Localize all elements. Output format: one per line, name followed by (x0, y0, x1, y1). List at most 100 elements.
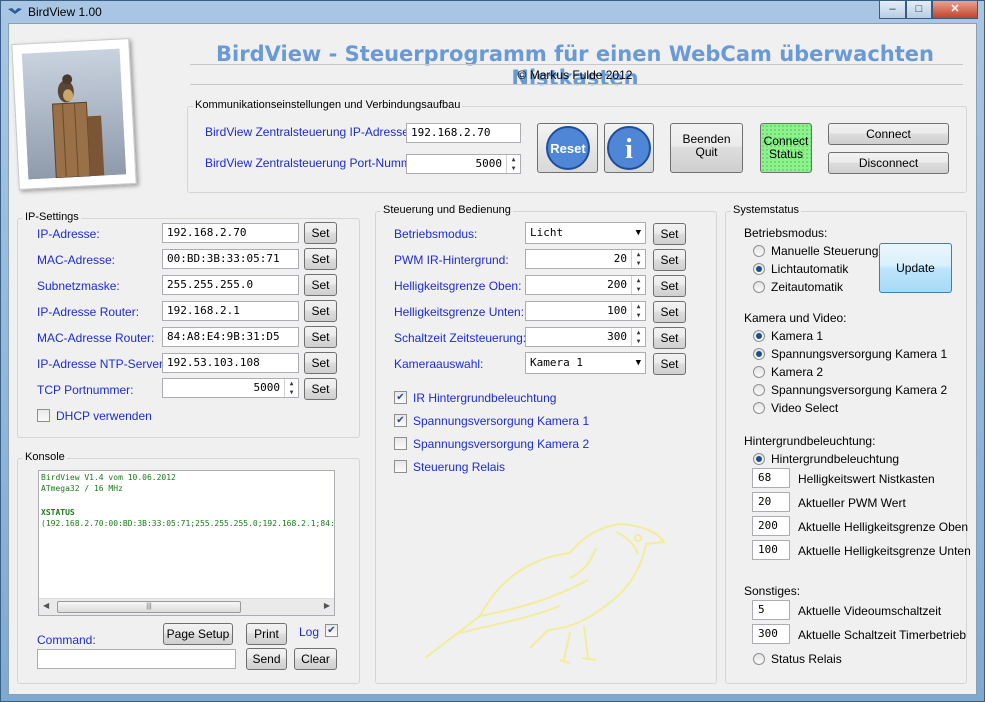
bird-photo-image (21, 48, 127, 180)
set-betriebsmodus-button[interactable]: Set (653, 223, 686, 245)
router-mac-label: MAC-Adresse Router: (37, 331, 155, 345)
hell-oben-spinner[interactable]: ▲ ▼ (631, 276, 645, 294)
grenze-unten-label: Aktuelle Helligkeitsgrenze Unten (798, 544, 971, 558)
spannung-kamera2-label: Spannungsversorgung Kamera 2 (413, 437, 590, 451)
command-input[interactable] (37, 649, 236, 669)
close-button[interactable]: ✕ (932, 1, 978, 19)
connect-status-indicator: Connect Status (760, 123, 812, 173)
scroll-thumb[interactable]: ||| (57, 601, 241, 613)
schaltzeit-spinner[interactable]: ▲ ▼ (631, 328, 645, 346)
set-mac-address-button[interactable]: Set (304, 248, 337, 270)
hell-unten-label: Helligkeitsgrenze Unten: (394, 305, 525, 319)
connection-port-input[interactable]: 5000 ▲ ▼ (406, 154, 521, 174)
router-ip-input[interactable]: 192.168.2.1 (162, 301, 299, 321)
router-ip-label: IP-Adresse Router: (37, 305, 140, 319)
page-setup-button[interactable]: Page Setup (163, 623, 233, 645)
print-button[interactable]: Print (246, 623, 287, 645)
lichtautomatik-label: Lichtautomatik (771, 262, 849, 276)
minimize-button[interactable]: – (879, 1, 906, 19)
info-icon: i (607, 126, 651, 170)
schaltzeit-label: Schaltzeit Zeitsteuerung: (394, 331, 527, 345)
spannung-kamera1-checkbox[interactable]: ✔ (394, 414, 407, 427)
log-checkbox[interactable]: ✔ (325, 624, 338, 637)
scroll-left-icon[interactable]: ◀ (43, 601, 49, 610)
app-bird-icon (8, 8, 22, 14)
set-router-ip-button[interactable]: Set (304, 300, 337, 322)
console-horizontal-scrollbar[interactable]: ◀ ||| ▶ (39, 598, 334, 615)
pwm-input[interactable]: 20 ▲ ▼ (525, 249, 646, 269)
hell-unten-input[interactable]: 100 ▲ ▼ (525, 301, 646, 321)
manuelle-steuerung-label: Manuelle Steuerung (771, 244, 879, 258)
schaltzeit-timer-value: 300 (752, 624, 790, 644)
zeitautomatik-radio (753, 281, 765, 293)
connect-status-line2: Status (768, 147, 804, 161)
betriebsmodus-select[interactable]: Licht ▼ (525, 222, 646, 244)
connect-button[interactable]: Connect (828, 123, 949, 145)
set-schaltzeit-button[interactable]: Set (653, 327, 686, 349)
dhcp-checkbox[interactable] (37, 409, 50, 422)
ip-address-label: IP-Adresse: (37, 227, 100, 241)
hell-oben-value: 200 (607, 278, 627, 291)
set-hell-oben-button[interactable]: Set (653, 275, 686, 297)
command-label: Command: (37, 633, 96, 647)
set-router-mac-button[interactable]: Set (304, 326, 337, 348)
tcp-port-input[interactable]: 5000 ▲ ▼ (162, 378, 299, 398)
hell-oben-input[interactable]: 200 ▲ ▼ (525, 275, 646, 295)
pwm-spinner[interactable]: ▲ ▼ (631, 250, 645, 268)
console-output[interactable]: BirdView V1.4 vom 10.06.2012 ATmega32 / … (38, 470, 335, 616)
set-pwm-button[interactable]: Set (653, 249, 686, 271)
spannung-kamera2-checkbox[interactable] (394, 437, 407, 450)
kamera-value: Kamera 1 (530, 356, 583, 369)
header-divider-top (190, 64, 963, 65)
tcp-port-value: 5000 (253, 381, 281, 394)
router-mac-input[interactable]: 84:A8:E4:9B:31:D5 (162, 327, 299, 347)
grenze-unten-value: 100 (752, 540, 790, 560)
kamera1-radio (753, 330, 765, 342)
kamera2-label: Kamera 2 (771, 365, 824, 379)
log-label: Log (299, 625, 320, 639)
reset-button[interactable]: Reset (537, 123, 598, 173)
kamera-select[interactable]: Kamera 1 ▼ (525, 352, 646, 374)
disconnect-button[interactable]: Disconnect (828, 152, 949, 174)
set-kamera-button[interactable]: Set (653, 353, 686, 375)
set-ip-address-button[interactable]: Set (304, 222, 337, 244)
pwm-label: PWM IR-Hintergrund: (394, 253, 509, 267)
hell-unten-spinner[interactable]: ▲ ▼ (631, 302, 645, 320)
set-ntp-server-button[interactable]: Set (304, 352, 337, 374)
betriebsmodus-label: Betriebsmodus: (394, 227, 478, 241)
kamera2-radio (753, 366, 765, 378)
maximize-button[interactable]: □ (906, 1, 932, 19)
console-title: Konsole (23, 451, 67, 463)
schaltzeit-value: 300 (607, 330, 627, 343)
ntp-server-input[interactable]: 192.53.103.108 (162, 353, 299, 373)
scroll-right-icon[interactable]: ▶ (324, 601, 330, 610)
connection-ip-input[interactable]: 192.168.2.70 (406, 123, 521, 143)
chevron-down-icon: ▼ (635, 228, 641, 238)
steuerung-relais-checkbox[interactable] (394, 460, 407, 473)
copyright-text: © Markus Fulde 2012 (517, 68, 633, 82)
console-line: ATmega32 / 16 MHz (41, 484, 123, 493)
dhcp-label: DHCP verwenden (56, 409, 152, 423)
connection-group-title: Kommunikationseinstellungen und Verbindu… (193, 99, 463, 111)
set-tcp-port-button[interactable]: Set (304, 378, 337, 400)
info-button[interactable]: i (604, 123, 654, 173)
connection-port-value: 5000 (475, 157, 503, 170)
update-button[interactable]: Update (879, 243, 952, 293)
spannung-kamera1-radio (753, 348, 765, 360)
pwm-wert-value: 20 (752, 492, 790, 512)
kamera1-label: Kamera 1 (771, 329, 824, 343)
ir-hintergrund-checkbox[interactable]: ✔ (394, 391, 407, 404)
subnet-mask-input[interactable]: 255.255.255.0 (162, 275, 299, 295)
schaltzeit-input[interactable]: 300 ▲ ▼ (525, 327, 646, 347)
clear-button[interactable]: Clear (294, 648, 337, 670)
kamera-video-title: Kamera und Video: (744, 311, 847, 325)
ip-address-input[interactable]: 192.168.2.70 (162, 223, 299, 243)
set-hell-unten-button[interactable]: Set (653, 301, 686, 323)
quit-button[interactable]: Beenden Quit (670, 123, 743, 173)
tcp-port-spinner[interactable]: ▲ ▼ (284, 379, 298, 397)
title-bar[interactable]: BirdView 1.00 – □ ✕ (1, 1, 984, 23)
set-subnet-mask-button[interactable]: Set (304, 274, 337, 296)
port-spinner[interactable]: ▲ ▼ (506, 155, 520, 173)
mac-address-input[interactable]: 00:BD:3B:33:05:71 (162, 249, 299, 269)
send-button[interactable]: Send (246, 648, 287, 670)
